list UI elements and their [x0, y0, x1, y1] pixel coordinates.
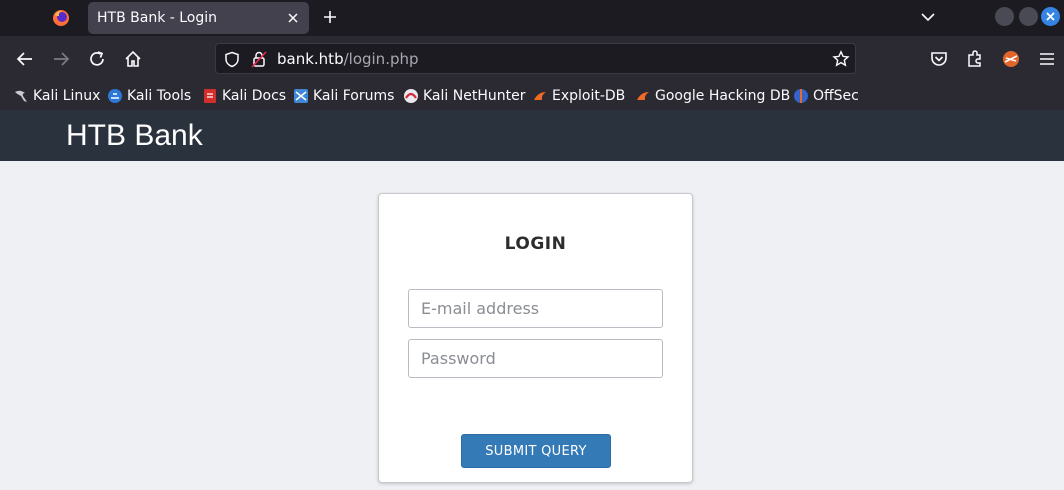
window-maximize-button[interactable] — [1019, 7, 1038, 26]
firefox-icon — [53, 10, 69, 26]
login-heading: LOGIN — [504, 234, 567, 254]
foxyproxy-icon[interactable] — [1001, 49, 1021, 69]
bookmark-label: Exploit-DB — [552, 88, 626, 104]
chevron-down-icon[interactable] — [920, 10, 936, 24]
browser-navbar: bank.htb/login.php — [0, 36, 1064, 82]
bookmark-kali-nethunter[interactable]: Kali NetHunter — [403, 87, 525, 105]
offsec-icon — [794, 89, 808, 103]
tab-active[interactable]: HTB Bank - Login — [88, 2, 309, 34]
bookmark-kali-forums[interactable]: Kali Forums — [293, 87, 394, 105]
new-tab-plus-icon[interactable] — [322, 9, 338, 25]
bookmark-label: Kali Linux — [33, 88, 101, 104]
url-bar[interactable]: bank.htb/login.php — [215, 43, 856, 74]
home-icon[interactable] — [123, 49, 143, 69]
kali-docs-icon — [204, 89, 216, 103]
bookmark-label: Kali Forums — [313, 88, 395, 104]
password-field[interactable] — [408, 339, 663, 378]
ghdb-icon — [637, 92, 649, 100]
login-card: LOGIN SUBMIT QUERY — [378, 193, 693, 483]
bookmark-label: OffSec — [813, 88, 859, 104]
bookmark-exploit-db[interactable]: Exploit-DB — [532, 87, 625, 105]
browser-tabstrip: HTB Bank - Login — [0, 0, 1064, 36]
reload-icon[interactable] — [87, 49, 107, 69]
kali-tools-icon — [108, 89, 122, 103]
bookmark-google-hacking-db[interactable]: Google Hacking DB — [635, 87, 790, 105]
window-minimize-button[interactable] — [995, 7, 1014, 26]
bookmarks-bar: Kali Linux Kali Tools Kali Docs Kali For… — [0, 82, 1064, 110]
url-host: bank.htb — [277, 50, 344, 68]
bookmark-label: Google Hacking DB — [655, 88, 791, 104]
lock-insecure-icon[interactable] — [251, 50, 267, 68]
site-header: HTB Bank — [0, 110, 1064, 161]
close-icon — [1046, 12, 1055, 21]
extensions-puzzle-icon[interactable] — [965, 49, 985, 69]
hamburger-menu-icon[interactable] — [1037, 49, 1057, 69]
kali-dragon-icon — [15, 90, 27, 102]
close-icon[interactable] — [286, 11, 300, 25]
site-title[interactable]: HTB Bank — [66, 119, 203, 153]
pocket-icon[interactable] — [929, 49, 949, 69]
bookmark-label: Kali NetHunter — [423, 88, 526, 104]
email-field[interactable] — [408, 289, 663, 328]
tab-title: HTB Bank - Login — [97, 10, 218, 26]
bookmark-kali-linux[interactable]: Kali Linux — [13, 87, 100, 105]
forward-arrow-icon[interactable] — [51, 49, 71, 69]
url-text: bank.htb/login.php — [277, 50, 419, 68]
kali-forums-icon — [294, 89, 308, 103]
bookmark-label: Kali Tools — [127, 88, 192, 104]
window-close-button[interactable] — [1041, 7, 1060, 26]
shield-icon[interactable] — [224, 51, 240, 68]
bookmark-kali-tools[interactable]: Kali Tools — [107, 87, 191, 105]
url-path: /login.php — [343, 50, 419, 68]
submit-button[interactable]: SUBMIT QUERY — [461, 434, 611, 468]
back-arrow-icon[interactable] — [15, 49, 35, 69]
bookmark-star-icon[interactable] — [832, 50, 850, 68]
bookmark-kali-docs[interactable]: Kali Docs — [202, 87, 286, 105]
bookmark-label: Kali Docs — [222, 88, 287, 104]
exploit-db-icon — [534, 92, 546, 100]
kali-nethunter-icon — [404, 89, 418, 103]
bookmark-offsec[interactable]: OffSec — [793, 87, 859, 105]
